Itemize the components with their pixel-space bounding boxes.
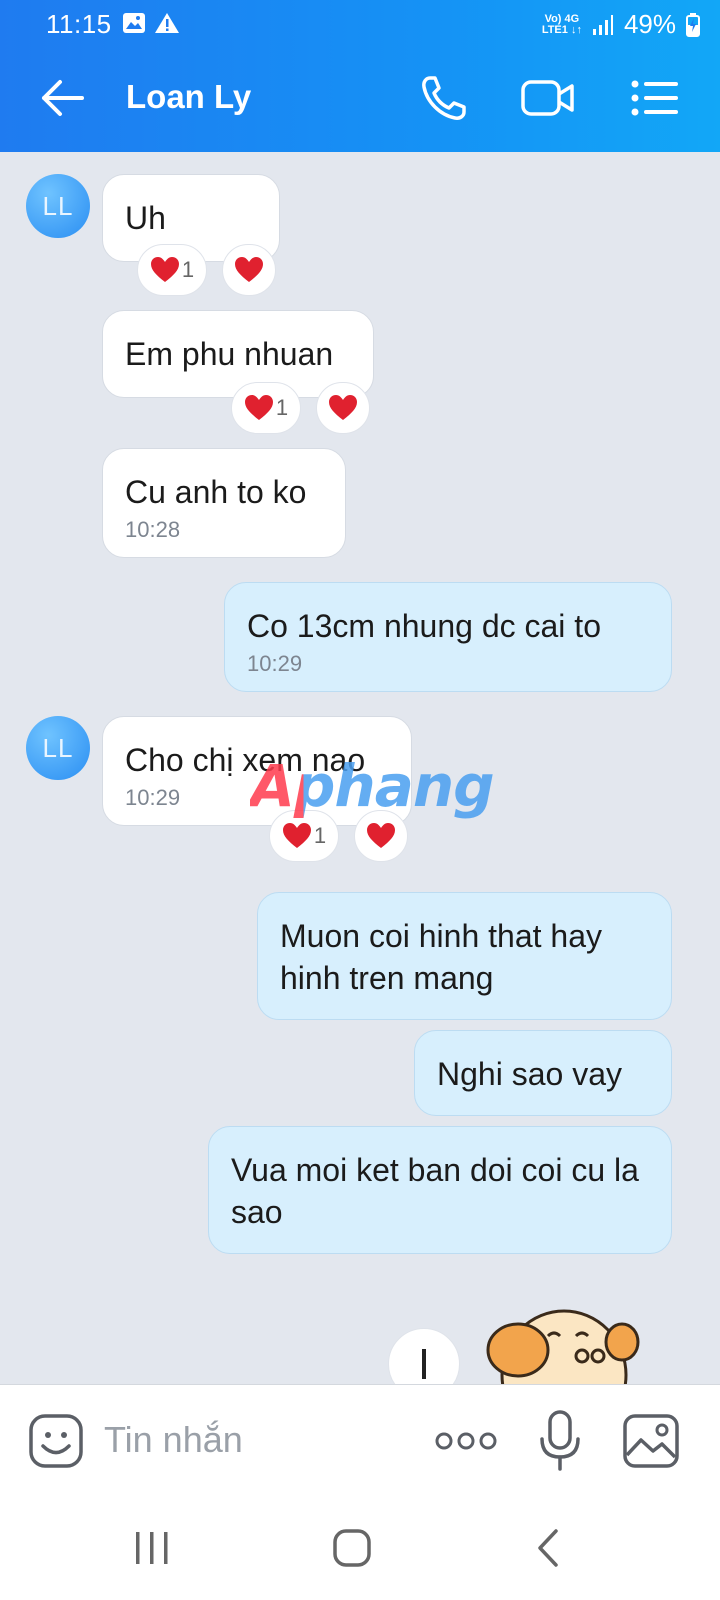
message-text: Muon coi hinh that hay hinh tren mang xyxy=(280,918,602,996)
avatar-initials: LL xyxy=(42,190,74,221)
video-call-icon[interactable] xyxy=(520,72,576,124)
menu-list-icon[interactable] xyxy=(628,72,684,124)
status-time: 11:15 xyxy=(46,9,112,39)
message-text: Cu anh to ko xyxy=(125,474,307,510)
message-text: Uh xyxy=(125,200,166,236)
reaction-count: 1 xyxy=(181,257,195,282)
status-notification-icons xyxy=(122,12,180,34)
contact-name-title[interactable]: Loan Ly xyxy=(126,78,251,116)
heart-icon xyxy=(329,395,357,420)
signal-icon xyxy=(592,14,613,35)
message-bubble-outgoing[interactable]: Muon coi hinh that hay hinh tren mang xyxy=(257,892,672,1020)
image-gallery-icon[interactable] xyxy=(622,1413,680,1469)
quick-reaction-button[interactable] xyxy=(388,1328,460,1384)
message-text: Em phu nhuan xyxy=(125,336,334,372)
reaction-count: 1 xyxy=(313,823,327,848)
back-arrow-icon[interactable] xyxy=(38,76,88,120)
thumbs-up-icon xyxy=(422,1349,426,1379)
reaction-count-badge[interactable]: 1 xyxy=(231,382,301,434)
reaction-count-badge[interactable]: 1 xyxy=(137,244,207,296)
emoji-sticker-icon[interactable] xyxy=(28,1413,84,1469)
image-notification-icon xyxy=(123,13,145,33)
back-nav-icon[interactable] xyxy=(534,1528,564,1568)
heart-icon xyxy=(150,257,179,282)
heart-icon xyxy=(235,257,263,282)
system-navigation-bar xyxy=(0,1496,720,1600)
recent-apps-icon[interactable] xyxy=(132,1528,172,1568)
message-text: Co 13cm nhung dc cai to xyxy=(247,608,601,644)
chat-area[interactable]: LL Uh 1 Em phu nhuan 1 Cu anh to ko 10:2… xyxy=(0,152,720,1384)
contact-avatar[interactable]: LL xyxy=(26,174,90,238)
message-bubble-incoming[interactable]: Cu anh to ko 10:28 xyxy=(102,448,346,558)
heart-icon xyxy=(282,823,311,848)
sticker-image[interactable] xyxy=(484,1300,644,1384)
message-text: Vua moi ket ban doi coi cu la sao xyxy=(231,1152,639,1230)
phone-call-icon[interactable] xyxy=(418,72,474,124)
message-input-bar: Tin nhắn xyxy=(0,1384,720,1496)
watermark-logo: Aphang xyxy=(250,752,495,820)
message-bubble-outgoing[interactable]: Nghi sao vay xyxy=(414,1030,672,1116)
home-icon[interactable] xyxy=(332,1528,372,1568)
message-bubble-outgoing[interactable]: Co 13cm nhung dc cai to 10:29 xyxy=(224,582,672,692)
microphone-icon[interactable] xyxy=(538,1409,582,1473)
more-options-icon[interactable] xyxy=(434,1427,498,1455)
message-text: Nghi sao vay xyxy=(437,1056,622,1092)
add-reaction-button[interactable] xyxy=(316,382,370,434)
add-reaction-button[interactable] xyxy=(222,244,276,296)
chat-header: Loan Ly xyxy=(0,46,720,152)
message-bubble-outgoing[interactable]: Vua moi ket ban doi coi cu la sao xyxy=(208,1126,672,1254)
network-top-label: Vo) 4G xyxy=(544,12,580,25)
heart-icon xyxy=(367,823,395,848)
contact-avatar[interactable]: LL xyxy=(26,716,90,780)
status-right-cluster: Vo) 4G LTE1 ↓↑ 49% xyxy=(542,9,700,40)
network-indicator: Vo) 4G LTE1 ↓↑ xyxy=(541,12,582,36)
battery-charging-icon xyxy=(686,12,700,37)
message-input[interactable]: Tin nhắn xyxy=(104,1419,243,1461)
status-bar: 11:15 Vo) 4G LTE1 ↓↑ 49% xyxy=(0,0,720,46)
avatar-initials: LL xyxy=(42,732,74,763)
message-time: 10:28 xyxy=(125,517,181,542)
heart-icon xyxy=(244,395,273,420)
network-bottom-label: LTE1 ↓↑ xyxy=(541,23,582,36)
message-time: 10:29 xyxy=(247,651,303,676)
reaction-count: 1 xyxy=(275,395,289,420)
warning-notification-icon xyxy=(155,13,179,33)
battery-percent: 49% xyxy=(623,9,676,39)
